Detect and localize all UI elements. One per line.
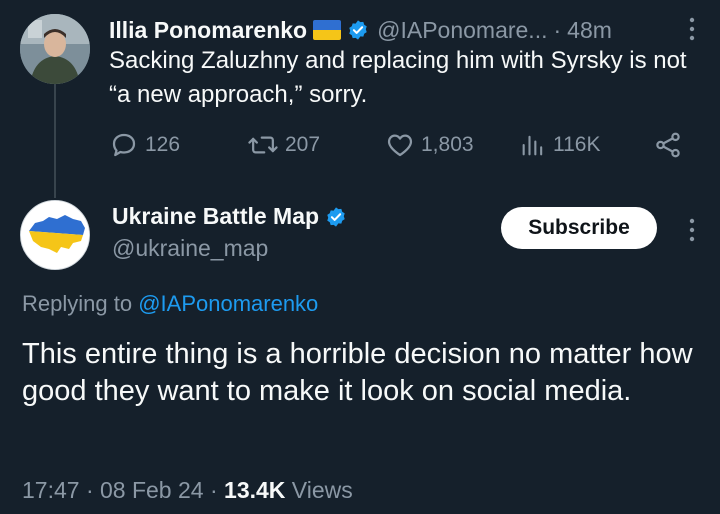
views-count: 13.4K [224, 477, 286, 503]
reply-count: 126 [145, 133, 181, 156]
more-options-icon[interactable] [686, 16, 698, 42]
tweet-time[interactable]: 48m [567, 17, 612, 44]
author-name[interactable]: Ukraine Battle Map [112, 203, 319, 230]
tweet-header: Illia Ponomarenko @IAPonomare... · 48m [109, 14, 709, 46]
reply-icon [112, 133, 136, 157]
repost-icon [248, 136, 278, 154]
author-handle[interactable]: @ukraine_map [112, 235, 268, 262]
views-icon [522, 135, 543, 156]
author-name[interactable]: Illia Ponomarenko [109, 17, 307, 44]
timestamp[interactable]: 17:47 · 08 Feb 24 [22, 477, 204, 503]
more-options-icon[interactable] [686, 217, 698, 243]
repost-count: 207 [285, 133, 321, 156]
author-handle[interactable]: @IAPonomare... [377, 17, 547, 44]
like-button[interactable]: 1,803 [385, 128, 474, 162]
views-label: Views [291, 477, 353, 503]
verified-badge-icon [349, 20, 367, 40]
parent-tweet[interactable]: Illia Ponomarenko @IAPonomare... · 48m S… [0, 0, 720, 200]
action-bar: 126 207 1,803 116K [109, 128, 689, 162]
replying-prefix: Replying to [22, 291, 133, 316]
replying-to: Replying to @IAPonomarenko [22, 291, 318, 317]
like-count: 1,803 [421, 133, 474, 156]
views-button[interactable]: 116K [519, 128, 601, 162]
share-icon [656, 132, 680, 158]
subscribe-button[interactable]: Subscribe [501, 207, 657, 249]
reply-author-row: Ukraine Battle Map [112, 203, 347, 230]
verified-badge-icon [327, 206, 345, 227]
reply-tweet[interactable]: Ukraine Battle Map @ukraine_map Subscrib… [0, 195, 720, 514]
reply-button[interactable]: 126 [109, 128, 180, 162]
tweet-text: This entire thing is a horrible decision… [22, 338, 693, 407]
views-count: 116K [553, 133, 601, 156]
avatar[interactable] [20, 200, 90, 270]
flag-ukraine-icon [313, 20, 342, 40]
tweet-text: Sacking Zaluzhny and replacing him with … [109, 47, 687, 108]
separator-dot: · [553, 16, 562, 43]
repost-button[interactable]: 207 [247, 128, 320, 162]
tweet-meta: 17:47 · 08 Feb 24 · 13.4K Views [22, 477, 353, 504]
replying-handle-link[interactable]: @IAPonomarenko [138, 291, 318, 316]
like-icon [387, 134, 413, 157]
separator-dot: · [209, 477, 218, 503]
share-button[interactable] [653, 128, 689, 162]
avatar[interactable] [20, 14, 90, 84]
